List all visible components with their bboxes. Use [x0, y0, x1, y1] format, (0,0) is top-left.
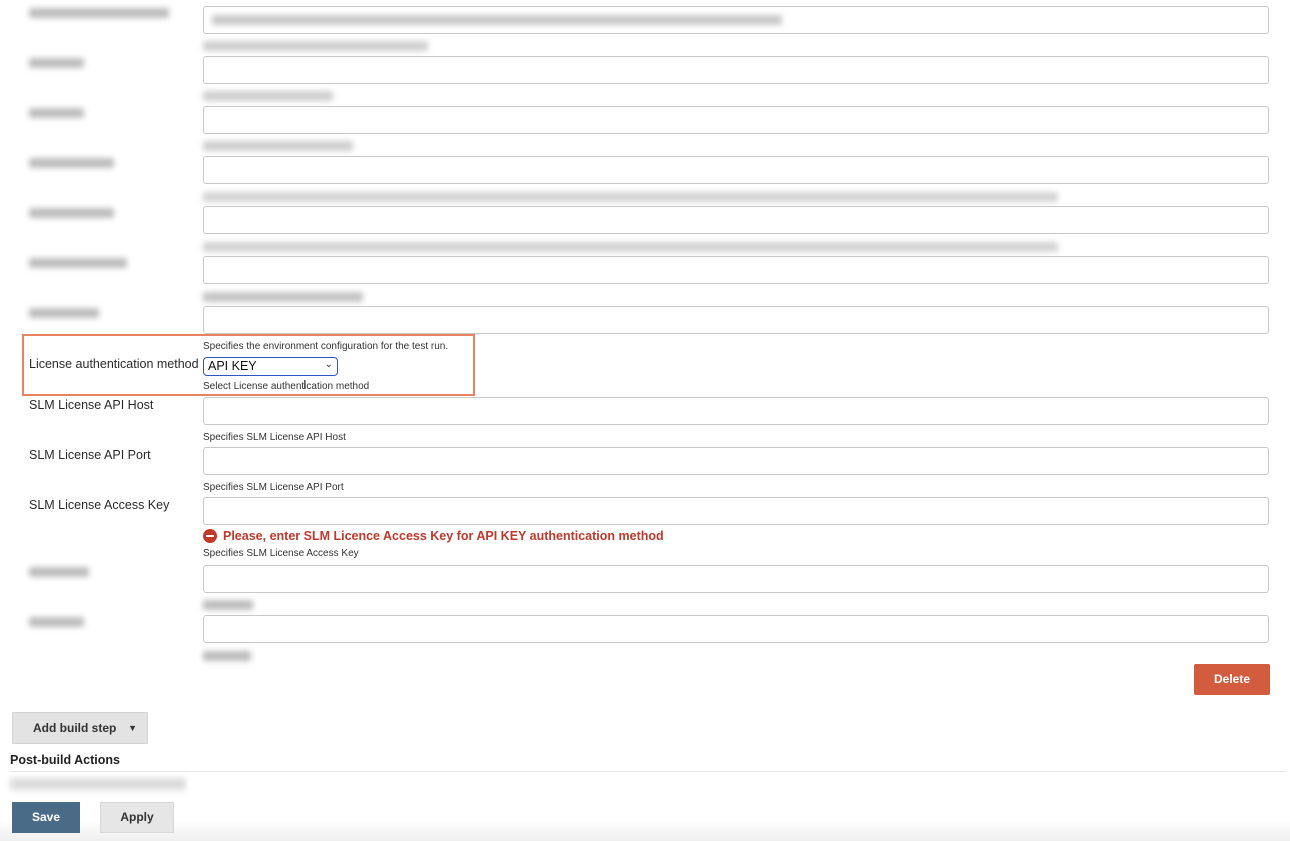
add-build-step-button[interactable]: Add build step ▼ — [12, 712, 148, 744]
add-build-step-label: Add build step — [33, 721, 117, 735]
slm-port-help: Specifies SLM License API Port — [203, 482, 344, 493]
divider — [10, 771, 1286, 772]
blurred-input[interactable] — [203, 206, 1269, 234]
blurred-help — [203, 600, 253, 610]
chevron-down-icon: ⌄ — [324, 359, 333, 370]
blurred-input[interactable] — [203, 615, 1269, 643]
slm-key-error-text: Please, enter SLM Licence Access Key for… — [223, 529, 664, 543]
slm-host-input[interactable] — [203, 397, 1269, 425]
blurred-label — [29, 617, 84, 627]
footer-shade — [0, 820, 1290, 841]
license-auth-method-help: Select License authentication method — [203, 381, 370, 392]
blurred-input[interactable] — [203, 106, 1269, 134]
slm-key-label: SLM License Access Key — [29, 498, 170, 512]
select-value: API KEY — [208, 359, 257, 373]
slm-port-input[interactable] — [203, 447, 1269, 475]
blurred-label — [29, 108, 84, 118]
blurred-help — [203, 141, 353, 151]
blurred-help — [203, 91, 333, 101]
blurred-help — [203, 242, 1058, 252]
delete-button[interactable]: Delete — [1194, 664, 1270, 695]
slm-key-help: Specifies SLM License Access Key — [203, 548, 359, 559]
license-auth-method-label: License authentication method — [29, 357, 199, 371]
blurred-label — [29, 58, 84, 68]
blurred-label — [29, 158, 114, 168]
blurred-dropdown — [10, 778, 186, 790]
blurred-help — [203, 192, 1058, 202]
blurred-help — [203, 651, 251, 661]
slm-host-label: SLM License API Host — [29, 398, 154, 412]
blurred-label — [29, 567, 89, 577]
post-build-actions-title: Post-build Actions — [10, 753, 120, 767]
blurred-path-input[interactable] — [203, 6, 1269, 34]
caret-down-icon: ▼ — [128, 723, 137, 733]
text-cursor-icon: I — [303, 377, 307, 392]
blurred-input[interactable] — [203, 256, 1269, 284]
blurred-help — [203, 292, 363, 302]
blurred-input[interactable] — [203, 56, 1269, 84]
blurred-input[interactable] — [203, 156, 1269, 184]
build-config-page: Specifies the environment configuration … — [0, 0, 1290, 841]
slm-key-error: Please, enter SLM Licence Access Key for… — [203, 529, 664, 543]
save-button[interactable]: Save — [12, 802, 80, 833]
blurred-input[interactable] — [203, 565, 1269, 593]
license-auth-method-select[interactable]: API KEY ⌄ — [203, 357, 338, 376]
slm-host-help: Specifies SLM License API Host — [203, 432, 346, 443]
slm-port-label: SLM License API Port — [29, 448, 151, 462]
apply-button[interactable]: Apply — [100, 802, 174, 833]
slm-key-input[interactable] — [203, 497, 1269, 525]
blurred-label — [29, 208, 114, 218]
error-circle-icon — [203, 529, 217, 543]
blurred-label — [29, 308, 99, 318]
blurred-label — [29, 258, 127, 268]
blurred-label — [29, 8, 169, 18]
blurred-input[interactable] — [203, 306, 1269, 334]
blurred-help — [203, 41, 428, 51]
environment-help-text: Specifies the environment configuration … — [203, 341, 449, 352]
